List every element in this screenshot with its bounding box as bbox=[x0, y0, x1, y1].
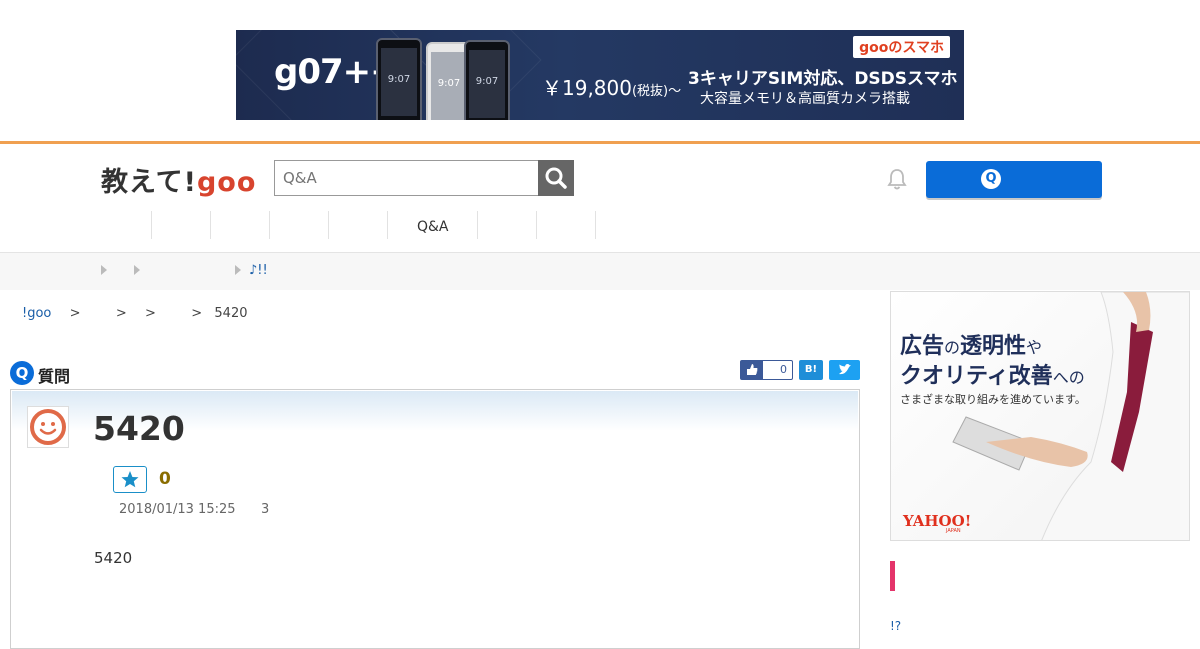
nav-divider bbox=[269, 211, 270, 239]
nav-item-qa[interactable]: Q&A bbox=[417, 219, 449, 235]
breadcrumb-separator: > bbox=[115, 306, 127, 321]
nav-divider bbox=[210, 211, 211, 239]
favorite-button[interactable] bbox=[113, 466, 147, 493]
ad-headline-2: クオリティ改善への bbox=[900, 364, 1085, 389]
breadcrumb-home[interactable]: !goo bbox=[22, 306, 51, 321]
yahoo-japan-logo-sub: JAPAN bbox=[946, 528, 961, 534]
sidebar-link[interactable]: !? bbox=[890, 619, 901, 633]
chevron-right-icon bbox=[134, 265, 140, 275]
smiley-face-icon bbox=[30, 409, 66, 445]
avatar[interactable] bbox=[27, 406, 69, 448]
q-circle-icon: Q bbox=[981, 169, 1001, 189]
search-icon bbox=[545, 167, 567, 189]
ad-brand: gooのスマホ bbox=[853, 36, 950, 58]
twitter-bird-icon bbox=[839, 364, 851, 375]
notification-button[interactable] bbox=[884, 166, 910, 192]
site-logo[interactable]: 教えて!goo bbox=[101, 160, 256, 199]
question-icon: Q bbox=[10, 361, 34, 385]
breadcrumb: !goo > > > > 5420 bbox=[22, 306, 248, 321]
facebook-like-button[interactable]: 0 bbox=[740, 360, 793, 380]
thumbs-up-icon bbox=[741, 361, 763, 379]
top-banner-ad[interactable]: g07++ 9:07 9:07 9:07 ￥19,800(税抜)～ 3キャリアS… bbox=[236, 30, 964, 120]
ask-question-button[interactable]: Q bbox=[926, 161, 1102, 198]
nav-divider bbox=[328, 211, 329, 239]
breadcrumb-separator: > bbox=[191, 306, 203, 321]
ad-price: ￥19,800(税抜)～ bbox=[542, 76, 682, 100]
hatena-bookmark-button[interactable]: B! bbox=[799, 360, 823, 380]
notice-link[interactable]: ♪!! bbox=[249, 263, 268, 278]
ad-headline: 3キャリアSIM対応、DSDSスマホ bbox=[688, 69, 958, 89]
twitter-share-button[interactable] bbox=[829, 360, 860, 380]
question-date: 2018/01/13 15:25 bbox=[119, 502, 236, 517]
question-body: 5420 bbox=[94, 549, 133, 567]
star-icon bbox=[121, 471, 139, 488]
breadcrumb-separator: > bbox=[145, 306, 156, 321]
like-count: 0 bbox=[780, 363, 787, 376]
ad-phone-image: 9:07 bbox=[376, 38, 422, 120]
question-section-label: 質問 bbox=[38, 367, 71, 386]
ad-subline: 大容量メモリ＆高画質カメラ搭載 bbox=[700, 91, 910, 107]
search-input[interactable] bbox=[274, 160, 538, 196]
nav-divider bbox=[595, 211, 596, 239]
question-title: 5420 bbox=[93, 409, 185, 448]
answer-count: 3 bbox=[261, 502, 270, 517]
chevron-right-icon bbox=[101, 265, 107, 275]
yahoo-japan-logo: YAHOO! bbox=[903, 512, 972, 530]
bell-icon bbox=[887, 169, 907, 190]
chevron-right-icon bbox=[235, 265, 241, 275]
nav-divider bbox=[477, 211, 478, 239]
nav-divider bbox=[151, 211, 152, 239]
nav-divider bbox=[387, 211, 388, 239]
favorite-count: 0 bbox=[159, 469, 171, 489]
header-top-border bbox=[0, 141, 1200, 144]
search-button[interactable] bbox=[538, 160, 574, 196]
breadcrumb-current: 5420 bbox=[214, 306, 248, 321]
breadcrumb-separator: > bbox=[69, 306, 81, 321]
side-ad[interactable]: 広告の透明性や クオリティ改善への さまざまな取り組みを進めています。 YAHO… bbox=[890, 291, 1190, 541]
sidebar-section-marker bbox=[890, 561, 895, 591]
ad-phone-image: 9:07 bbox=[464, 40, 510, 120]
ad-headline-1: 広告の透明性や bbox=[900, 334, 1043, 359]
ad-subline: さまざまな取り組みを進めています。 bbox=[900, 393, 1086, 406]
nav-divider bbox=[536, 211, 537, 239]
notice-bar bbox=[0, 252, 1200, 290]
